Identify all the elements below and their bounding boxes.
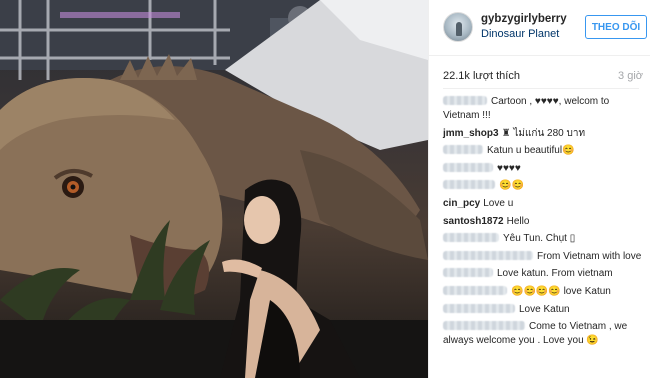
comment-username-redacted[interactable] [443, 96, 487, 105]
post-timestamp[interactable]: 3 giờ [618, 70, 643, 82]
post-header: gybzygirlyberry Dinosaur Planet THEO DÕI [429, 0, 650, 56]
comment-item: Yêu Tun. Chụt ▯ [443, 232, 645, 246]
comment-username[interactable]: jmm_shop3 [443, 128, 499, 139]
comment-username[interactable]: santosh1872 [443, 216, 504, 227]
comment-text: Yêu Tun. Chụt ▯ [503, 233, 576, 245]
comment-text: 😊😊😊😊 love Katun [511, 285, 611, 297]
comment-username-redacted[interactable] [443, 233, 499, 243]
likes-row: 22.1k lượt thích 3 giờ [443, 70, 643, 84]
comment-item: Love Katun [443, 303, 645, 317]
comment-username-redacted[interactable] [443, 180, 495, 190]
comment-item: ♥♥♥♥ [443, 162, 645, 176]
likes-count[interactable]: 22.1k lượt thích [443, 70, 520, 82]
comment-text: Katun u beautiful😊 [487, 145, 575, 157]
comment-item: Love katun. From vietnam [443, 267, 645, 281]
follow-button[interactable]: THEO DÕI [585, 15, 647, 39]
comment-text: Love Katun [519, 303, 570, 315]
comment-username-redacted[interactable] [443, 162, 493, 172]
post-photo[interactable] [0, 0, 428, 378]
username-link[interactable]: gybzygirlyberry [481, 13, 567, 25]
comment-username-redacted[interactable] [443, 303, 515, 313]
comment-text: Love u [483, 197, 514, 209]
comment-item: Come to Vietnam , we always welcome you … [443, 320, 645, 348]
comment-username-redacted[interactable] [443, 145, 483, 155]
post-sidebar: gybzygirlyberry Dinosaur Planet THEO DÕI… [428, 0, 650, 378]
comment-item: Cartoon , ♥♥♥♥, welcom to Vietnam !!! [443, 95, 645, 123]
comment-text: Hello [506, 215, 530, 227]
location-link[interactable]: Dinosaur Planet [481, 28, 559, 40]
comment-item: 😊😊😊😊 love Katun [443, 285, 645, 299]
comment-text: ♥♥♥♥ [497, 162, 521, 174]
comment-item: santosh1872 Hello [443, 215, 645, 229]
comment-item: From Vietnam with love [443, 250, 645, 264]
comment-item: cin_pcy Love u [443, 197, 645, 211]
comment-text: 😊😊 [499, 180, 524, 192]
comment-username-redacted[interactable] [443, 268, 493, 278]
comment-text: ♜ ไม่แก่น 280 บาท [501, 127, 586, 139]
comment-text: Love katun. From vietnam [497, 268, 613, 280]
photo-illustration [0, 0, 428, 378]
comments-list: Cartoon , ♥♥♥♥, welcom to Vietnam !!! jmm… [443, 95, 645, 352]
divider [443, 88, 639, 89]
comment-item: 😊😊 [443, 179, 645, 193]
comment-item: Katun u beautiful😊 [443, 144, 645, 158]
comment-text: From Vietnam with love [537, 250, 642, 262]
comment-username-redacted[interactable] [443, 321, 525, 331]
avatar[interactable] [443, 12, 473, 42]
comment-username-redacted[interactable] [443, 250, 533, 260]
comment-username-redacted[interactable] [443, 285, 507, 295]
comment-item: jmm_shop3 ♜ ไม่แก่น 280 บาท [443, 127, 645, 141]
comment-username[interactable]: cin_pcy [443, 198, 480, 209]
